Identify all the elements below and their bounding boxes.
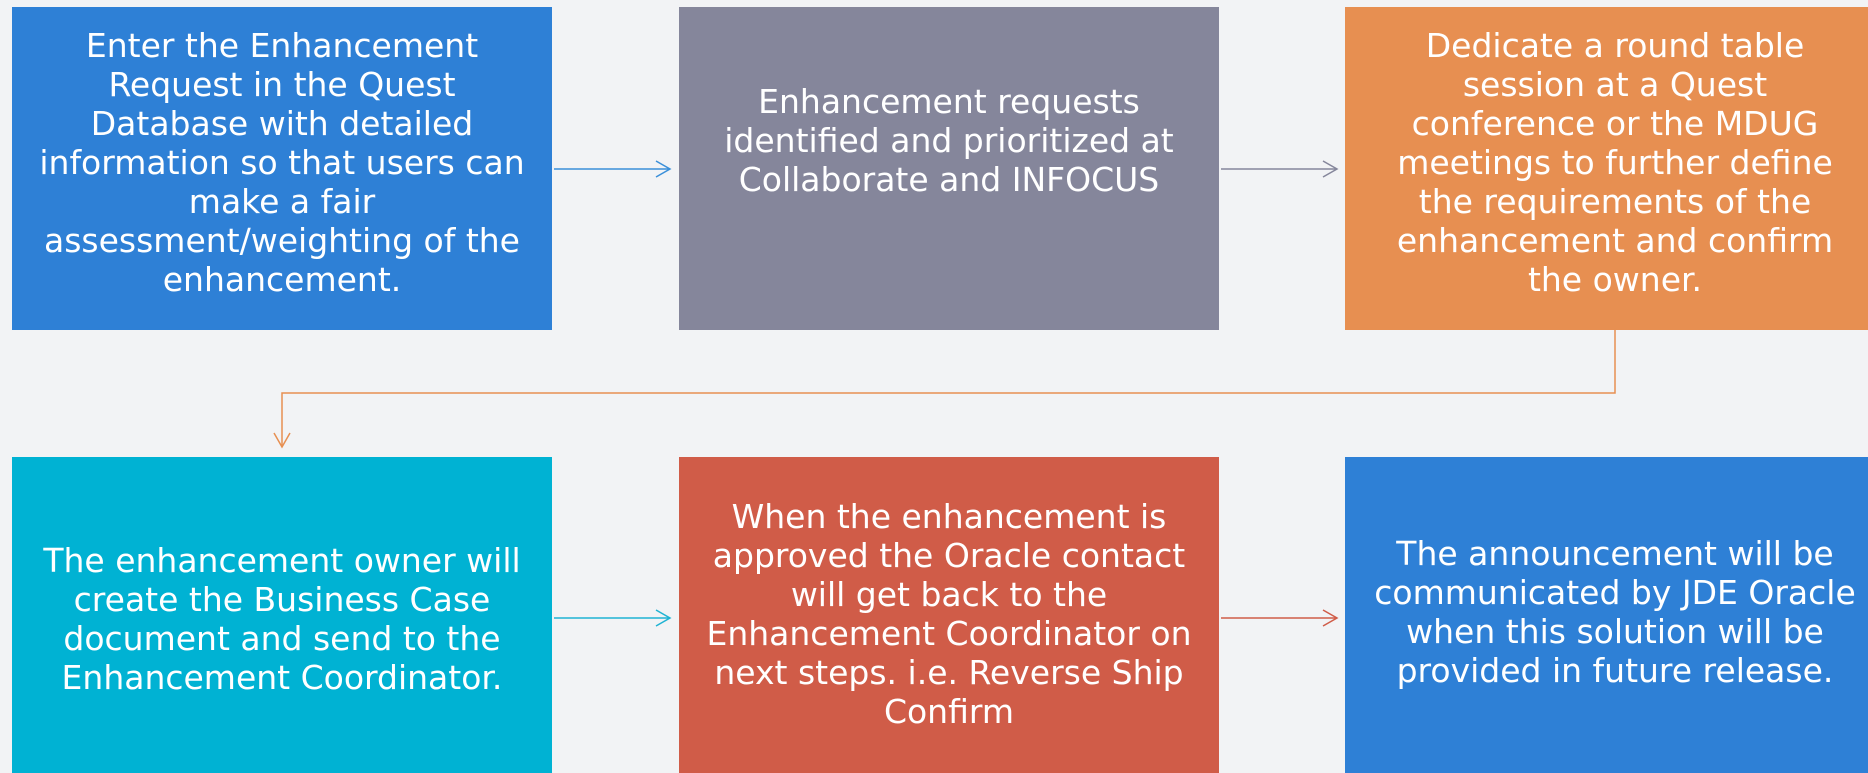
- step-1-box: Enter the Enhancement Request in the Que…: [12, 7, 552, 330]
- process-flow-diagram: Enter the Enhancement Request in the Que…: [0, 0, 1868, 773]
- connector-5-to-6: [1221, 609, 1339, 627]
- step-6-text: The announcement will be communicated by…: [1374, 533, 1856, 690]
- connector-3-to-4: [273, 330, 1616, 449]
- step-2-text: Enhancement requests identified and prio…: [724, 82, 1174, 199]
- step-2-box: Enhancement requests identified and prio…: [679, 7, 1219, 330]
- connector-4-to-5: [554, 609, 672, 627]
- step-4-box: The enhancement owner will create the Bu…: [12, 457, 552, 773]
- step-4-text: The enhancement owner will create the Bu…: [43, 540, 521, 697]
- step-5-box: When the enhancement is approved the Ora…: [679, 457, 1219, 773]
- step-6-box: The announcement will be communicated by…: [1345, 457, 1868, 773]
- step-5-text: When the enhancement is approved the Ora…: [706, 496, 1192, 731]
- step-1-text: Enter the Enhancement Request in the Que…: [39, 26, 525, 299]
- connector-1-to-2: [554, 160, 672, 178]
- step-3-box: Dedicate a round table session at a Ques…: [1345, 7, 1868, 330]
- connector-2-to-3: [1221, 160, 1339, 178]
- step-3-text: Dedicate a round table session at a Ques…: [1396, 26, 1834, 299]
